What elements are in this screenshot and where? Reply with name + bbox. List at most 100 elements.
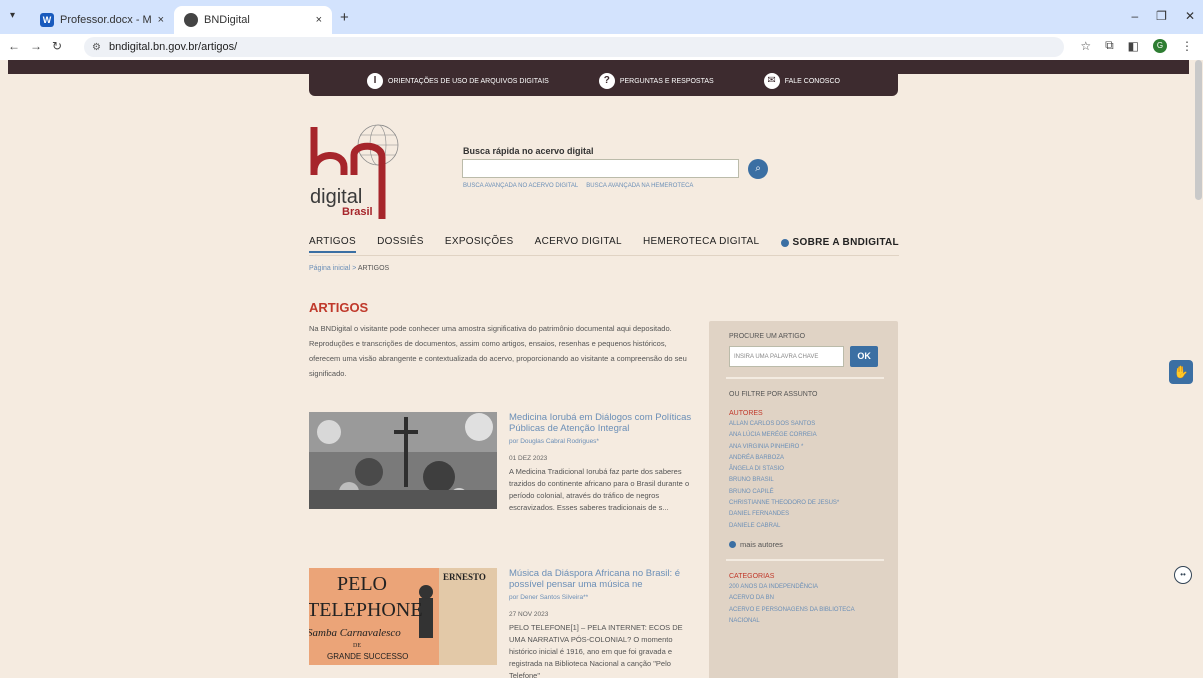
author-link[interactable]: ANDRÉA BARBOZA: [729, 453, 878, 464]
window-close-icon[interactable]: ✕: [1185, 9, 1195, 23]
nav-sobre-bndigital[interactable]: SOBRE A BNDIGITAL: [780, 236, 899, 253]
breadcrumb-home-link[interactable]: Página inicial: [309, 265, 350, 272]
extensions-icon[interactable]: ⧉: [1105, 38, 1114, 53]
utility-item-orientacoes[interactable]: i ORIENTAÇÕES DE USO DE ARQUIVOS DIGITAI…: [367, 73, 549, 89]
nav-hemeroteca-digital[interactable]: HEMEROTECA DIGITAL: [643, 236, 759, 253]
search-icon[interactable]: ⌕: [748, 159, 768, 179]
tab-label: BNDigital: [204, 14, 250, 26]
bookmark-star-icon[interactable]: ☆: [1080, 39, 1091, 53]
author-link[interactable]: DANIELE CABRAL: [729, 521, 878, 532]
restore-icon[interactable]: ❐: [1156, 9, 1167, 23]
sidebar-search: INSIRA UMA PALAVRA CHAVE OK: [729, 346, 878, 367]
author-link[interactable]: CHRISTIANNE THEODORO DE JESUS*: [729, 498, 878, 509]
author-link[interactable]: ANA VIRGINIA PINHEIRO *: [729, 442, 878, 453]
author-link[interactable]: BRUNO BRASIL: [729, 475, 878, 486]
thumb-text: Samba Carnavalesco: [309, 627, 401, 639]
category-link[interactable]: NACIONAL: [729, 616, 878, 627]
info-icon: i: [367, 73, 384, 89]
article-title-link[interactable]: Música da Diáspora Africana no Brasil: é…: [509, 568, 697, 590]
scrollbar-thumb[interactable]: [1195, 60, 1202, 200]
breadcrumb-separator: >: [350, 265, 358, 272]
utility-label: FALE CONOSCO: [784, 77, 840, 85]
ok-button[interactable]: OK: [850, 346, 878, 367]
toolbar-actions: ☆ ⧉ ◧ G ⋮: [1080, 38, 1193, 53]
sidebar-divider: [726, 558, 884, 561]
tab-search-chevron-icon[interactable]: ▾: [10, 10, 24, 24]
tab-label: Professor.docx - Microsoft Wor: [60, 14, 152, 26]
sidebar: PROCURE UM ARTIGO INSIRA UMA PALAVRA CHA…: [709, 321, 898, 678]
article-title-link[interactable]: Medicina Iorubá em Diálogos com Política…: [509, 412, 697, 434]
category-link[interactable]: ACERVO E PERSONAGENS DA BIBLIOTECA: [729, 605, 878, 616]
minimize-icon[interactable]: –: [1131, 9, 1138, 23]
filter-heading: OU FILTRE POR ASSUNTO: [729, 391, 818, 398]
forward-arrow-icon[interactable]: →: [30, 39, 42, 53]
nav-sobre-label: SOBRE A BNDIGITAL: [792, 237, 899, 248]
url-text: bndigital.bn.gov.br/artigos/: [108, 41, 238, 53]
quick-search-input[interactable]: [462, 159, 739, 178]
sidebar-divider: [726, 377, 884, 379]
author-link[interactable]: DANIEL FERNANDES: [729, 509, 878, 520]
article-item: Medicina Iorubá em Diálogos com Política…: [309, 412, 699, 552]
article-thumbnail-image[interactable]: PELO TELEPHONE Samba Carnavalesco DE GRA…: [309, 568, 497, 665]
nav-acervo-digital[interactable]: ACERVO DIGITAL: [535, 236, 622, 253]
nav-artigos[interactable]: ARTIGOS: [309, 236, 356, 253]
advanced-search-hemeroteca-link[interactable]: BUSCA AVANÇADA NA HEMEROTECA: [586, 183, 693, 189]
more-authors-link[interactable]: mais autores: [729, 540, 878, 549]
article-author[interactable]: por Douglas Cabral Rodrigues*: [509, 438, 697, 445]
intro-text: Na BNDigital o visitante pode conhecer u…: [309, 324, 687, 378]
author-link[interactable]: BRUNO CAPILÉ: [729, 487, 878, 498]
article-date: 27 NOV 2023: [509, 611, 549, 618]
article-excerpt: A Medicina Tradicional Iorubá faz parte …: [509, 467, 690, 512]
page-title: ARTIGOS: [309, 300, 369, 315]
utility-label: PERGUNTAS E RESPOSTAS: [619, 77, 714, 85]
side-panel-icon[interactable]: ◧: [1128, 39, 1139, 53]
utility-label: ORIENTAÇÕES DE USO DE ARQUIVOS DIGITAIS: [388, 77, 549, 85]
bndigital-logo[interactable]: digital Brasil: [308, 123, 404, 219]
mail-icon: ✉: [763, 73, 780, 89]
author-link[interactable]: ALLAN CARLOS DOS SANTOS: [729, 419, 878, 430]
category-link[interactable]: ACERVO DA BN: [729, 593, 878, 604]
thumb-text: DE: [353, 643, 361, 649]
close-icon[interactable]: ×: [158, 14, 164, 26]
word-icon: W: [40, 13, 54, 27]
browser-toolbar: ← → ↻ ⚙ bndigital.bn.gov.br/artigos/ ☆ ⧉…: [0, 34, 1203, 60]
utility-item-fale-conosco[interactable]: ✉ FALE CONOSCO: [763, 73, 840, 89]
chat-assistant-icon[interactable]: ••: [1174, 566, 1192, 584]
article-thumbnail-image[interactable]: [309, 412, 497, 509]
advanced-search-links: BUSCA AVANÇADA NO ACERVO DIGITAL BUSCA A…: [463, 183, 693, 189]
globe-icon: [184, 13, 198, 27]
breadcrumb: Página inicial > ARTIGOS: [309, 265, 389, 272]
nav-divider: [309, 255, 899, 256]
thumb-text: GRANDE SUCCESSO: [327, 652, 408, 661]
categories-list: 200 ANOS DA INDEPENDÊNCIA ACERVO DA BN A…: [729, 582, 878, 627]
menu-dots-icon[interactable]: ⋮: [1181, 39, 1193, 53]
advanced-search-acervo-link[interactable]: BUSCA AVANÇADA NO ACERVO DIGITAL: [463, 183, 578, 189]
site-settings-icon[interactable]: ⚙: [92, 42, 101, 53]
browser-tab-bar: ▾ W Professor.docx - Microsoft Wor × BND…: [0, 0, 1203, 34]
browser-tab-bndigital[interactable]: BNDigital ×: [174, 6, 332, 34]
sidebar-search-heading: PROCURE UM ARTIGO: [729, 333, 806, 340]
profile-avatar[interactable]: G: [1153, 38, 1167, 53]
keyword-input[interactable]: INSIRA UMA PALAVRA CHAVE: [729, 346, 845, 367]
utility-menu: i ORIENTAÇÕES DE USO DE ARQUIVOS DIGITAI…: [309, 66, 898, 96]
logo-text-digital: digital: [310, 186, 362, 208]
author-link[interactable]: ANA LÚCIA MERÉGE CORREIA: [729, 430, 878, 441]
more-authors-label: mais autores: [740, 539, 783, 549]
article-author[interactable]: por Dener Santos Silveira**: [509, 594, 697, 601]
accessibility-hand-icon[interactable]: ✋: [1169, 360, 1193, 384]
thumb-text: TELEPHONE: [309, 599, 423, 621]
nav-exposicoes[interactable]: EXPOSIÇÕES: [445, 236, 514, 253]
browser-tab-word[interactable]: W Professor.docx - Microsoft Wor ×: [30, 6, 174, 34]
reload-icon[interactable]: ↻: [52, 39, 62, 53]
category-link[interactable]: 200 ANOS DA INDEPENDÊNCIA: [729, 582, 878, 593]
author-link[interactable]: ÂNGELA DI STASIO: [729, 464, 878, 475]
nav-dossies[interactable]: DOSSIÊS: [377, 236, 424, 253]
utility-item-perguntas[interactable]: ? PERGUNTAS E RESPOSTAS: [598, 73, 714, 89]
new-tab-button[interactable]: +: [340, 9, 349, 26]
back-arrow-icon[interactable]: ←: [8, 39, 20, 53]
address-bar[interactable]: ⚙ bndigital.bn.gov.br/artigos/: [84, 37, 1064, 57]
close-icon[interactable]: ×: [316, 14, 322, 26]
article-excerpt: PELO TELEFONE[1] – PELA INTERNET: ECOS D…: [509, 623, 683, 678]
thumb-text: PELO: [337, 573, 387, 595]
window-controls: – ❐ ✕: [1131, 9, 1195, 23]
